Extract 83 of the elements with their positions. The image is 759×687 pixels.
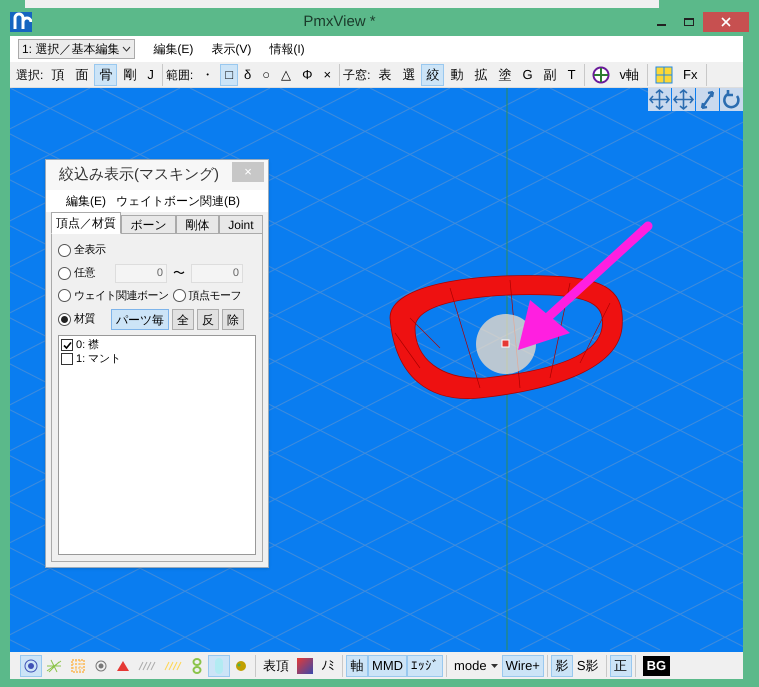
- rotate-icon[interactable]: [720, 88, 743, 111]
- material-button[interactable]: 除: [222, 309, 244, 330]
- toolbar-button[interactable]: 軸: [346, 654, 368, 676]
- target-icon[interactable]: [20, 654, 42, 676]
- toolbar-button[interactable]: △: [276, 64, 296, 86]
- toolbar-button[interactable]: 動: [445, 64, 468, 86]
- mode-dropdown[interactable]: mode: [450, 654, 502, 676]
- material-button[interactable]: パーツ毎: [111, 309, 169, 330]
- chevron-down-icon: [122, 46, 132, 52]
- toolbar-button[interactable]: Wire+: [502, 654, 544, 676]
- material-button[interactable]: 反: [197, 309, 219, 330]
- toolbar-label: 選択:: [16, 66, 44, 84]
- toolbar-button[interactable]: 絞: [421, 64, 444, 86]
- material-label[interactable]: 0: 襟: [76, 338, 100, 352]
- toolbar-label: 子窓:: [343, 66, 370, 84]
- range-separator: 〜: [173, 265, 185, 282]
- toolbar-button[interactable]: 選: [397, 64, 420, 86]
- toolbar-button[interactable]: G: [517, 64, 538, 86]
- radio-label: 全表示: [74, 243, 106, 258]
- toolbar-button[interactable]: 頂: [46, 64, 70, 86]
- radio-button[interactable]: [58, 244, 71, 257]
- tab[interactable]: ボーン: [121, 215, 176, 234]
- toolbar-button[interactable]: Fx: [678, 64, 702, 86]
- menu-item[interactable]: 編集(E): [66, 192, 106, 210]
- radio-button[interactable]: [172, 289, 186, 302]
- checkbox[interactable]: [61, 339, 73, 351]
- mode-dropdown[interactable]: 1: 選択／基本編集: [18, 39, 136, 59]
- toolbar-button[interactable]: 拡: [469, 64, 492, 86]
- toolbar-button[interactable]: 骨: [94, 64, 118, 86]
- toolbar-button[interactable]: J: [142, 64, 159, 86]
- crosshair-circle-icon: [592, 66, 610, 84]
- toolbar-button[interactable]: Φ: [297, 64, 318, 86]
- radio-label: 材質: [74, 312, 95, 328]
- toolbar-button[interactable]: ﾉﾐ: [317, 654, 339, 676]
- toolbar-button[interactable]: ・: [196, 64, 220, 86]
- window-title: PmxView *: [302, 12, 377, 32]
- menu-item[interactable]: 表示(V): [211, 40, 252, 58]
- toolbar-button[interactable]: ○: [257, 64, 276, 86]
- close-button[interactable]: [703, 12, 749, 32]
- toolbar-button[interactable]: 影: [550, 654, 573, 676]
- tab[interactable]: 剛体: [176, 215, 219, 234]
- radio-label: 任意: [74, 266, 95, 281]
- toolbar-button[interactable]: 正: [610, 654, 632, 676]
- toolbar-button[interactable]: S影: [572, 654, 603, 676]
- toolbar-button[interactable]: 塗: [493, 64, 516, 86]
- background-button[interactable]: BG: [642, 656, 670, 676]
- material-label[interactable]: 1: マント: [76, 352, 122, 366]
- tab[interactable]: 頂点／材質: [51, 212, 121, 234]
- grid-icon: [655, 66, 674, 84]
- toolbar-button[interactable]: 表頂: [259, 654, 293, 676]
- cross-arrows-icon[interactable]: [672, 88, 695, 111]
- app-logo-icon: [10, 12, 32, 32]
- menu-item[interactable]: 情報(I): [269, 40, 305, 58]
- radio-button[interactable]: [58, 313, 71, 326]
- radio-label: ウェイト関連ボーン: [74, 288, 168, 304]
- caret-icon: [490, 664, 498, 668]
- range-end-field[interactable]: 0: [191, 264, 243, 282]
- toolbar-button[interactable]: 面: [70, 64, 94, 86]
- tab[interactable]: Joint: [218, 215, 263, 234]
- material-button[interactable]: 全: [172, 309, 194, 330]
- toolbar-button[interactable]: ×: [318, 64, 336, 86]
- checkbox[interactable]: [61, 353, 73, 365]
- toolbar-button[interactable]: 剛: [118, 64, 142, 86]
- move-arrows-icon[interactable]: [648, 88, 671, 111]
- toolbar-button[interactable]: 表: [373, 64, 396, 86]
- range-start-field[interactable]: 0: [115, 264, 167, 282]
- toolbar-button[interactable]: 副: [538, 64, 562, 86]
- menu-item[interactable]: 編集(E): [153, 40, 194, 58]
- selection-marker: [502, 340, 510, 348]
- 3d-viewport[interactable]: 絞込み表示(マスキング) × 編集(E) ウェイトボーン関連(B) 頂点／材質 ボーン 剛体 Joint 全表示 任意 0 〜 0 ウェイト関連ボーン 頂点モーフ 材質 パーツ毎 全 反 除 0: 襟 1: マント: [10, 88, 743, 652]
- toolbar-label: 範囲:: [166, 66, 194, 84]
- toolbar-button[interactable]: ｴｯｼﾞ: [407, 654, 444, 676]
- toolbar-button[interactable]: T: [562, 64, 581, 86]
- toolbar-button[interactable]: □: [220, 64, 238, 86]
- radio-label: 頂点モーフ: [188, 288, 241, 304]
- radio-button[interactable]: [58, 266, 71, 280]
- radio-button[interactable]: [58, 289, 71, 302]
- toolbar-button[interactable]: MMD: [368, 654, 408, 676]
- toolbar-button[interactable]: δ: [239, 64, 256, 86]
- toolbar-button[interactable]: v軸: [614, 64, 644, 86]
- close-icon: [721, 17, 731, 27]
- dialog-title: 絞込み表示(マスキング): [58, 164, 220, 185]
- menu-item[interactable]: ウェイトボーン関連(B): [116, 192, 240, 210]
